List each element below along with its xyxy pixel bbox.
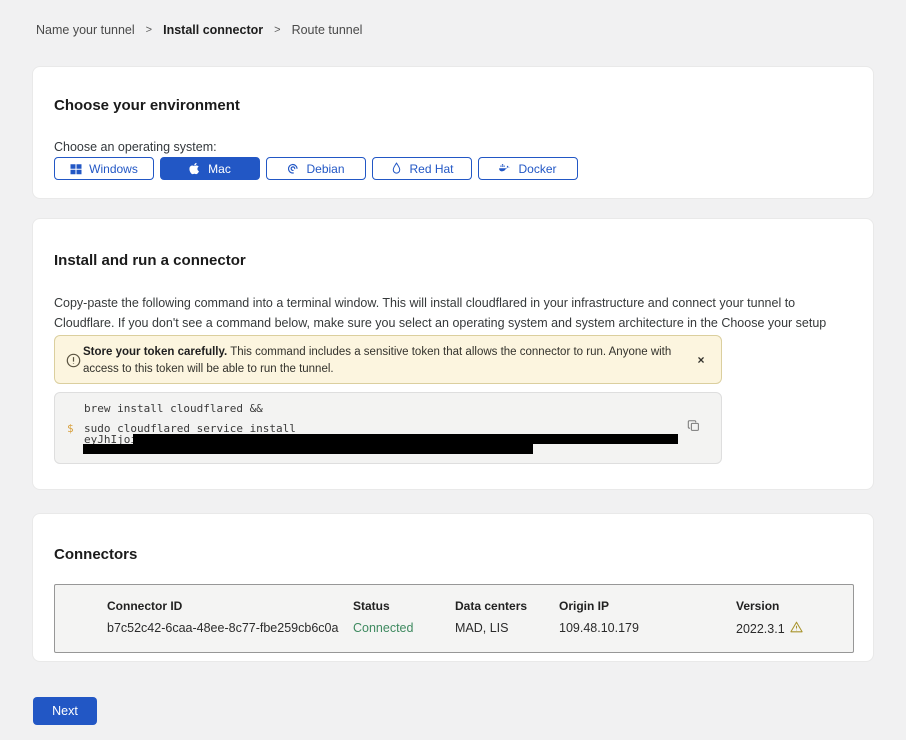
redacted-token-bar [133, 434, 678, 444]
col-header-data-centers: Data centers [455, 599, 559, 613]
os-button-label: Red Hat [409, 162, 453, 176]
os-button-group: Windows Mac Debian Red Hat [54, 157, 578, 180]
install-card-title: Install and run a connector [54, 252, 246, 269]
os-button-mac[interactable]: Mac [160, 157, 260, 180]
os-button-docker[interactable]: Docker [478, 157, 578, 180]
col-header-version: Version [736, 599, 853, 613]
connectors-table: Connector ID Status Data centers Origin … [54, 584, 854, 653]
os-button-windows[interactable]: Windows [54, 157, 154, 180]
redhat-icon [390, 163, 402, 175]
os-button-redhat[interactable]: Red Hat [372, 157, 472, 180]
breadcrumb-step-install-connector[interactable]: Install connector [163, 23, 263, 37]
col-header-origin-ip: Origin IP [559, 599, 736, 613]
close-icon[interactable]: × [693, 352, 709, 368]
os-button-label: Windows [89, 162, 138, 176]
windows-icon [70, 163, 82, 175]
cell-origin-ip: 109.48.10.179 [559, 621, 736, 636]
debian-icon [287, 163, 299, 175]
warning-triangle-icon [790, 621, 803, 636]
tunnel-setup-page: Name your tunnel > Install connector > R… [0, 0, 906, 740]
col-header-status: Status [353, 599, 455, 613]
connectors-card-title: Connectors [54, 546, 137, 563]
os-button-debian[interactable]: Debian [266, 157, 366, 180]
breadcrumb-separator: > [274, 24, 280, 36]
code-line-brew: brew install cloudflared && [84, 402, 263, 415]
token-warning-text: Store your token carefully. This command… [83, 344, 683, 378]
os-button-label: Docker [518, 162, 556, 176]
breadcrumb-step-route-tunnel[interactable]: Route tunnel [292, 23, 363, 37]
breadcrumb-step-name-tunnel[interactable]: Name your tunnel [36, 23, 135, 37]
token-warning-bold: Store your token carefully. [83, 346, 227, 358]
cell-version: 2022.3.1 [736, 621, 853, 636]
os-button-label: Debian [306, 162, 344, 176]
next-button[interactable]: Next [33, 697, 97, 725]
connectors-card: Connectors Connector ID Status Data cent… [32, 513, 874, 662]
breadcrumb: Name your tunnel > Install connector > R… [36, 23, 362, 37]
token-warning-banner: Store your token carefully. This command… [54, 335, 722, 384]
cell-data-centers: MAD, LIS [455, 621, 559, 636]
info-icon [66, 353, 81, 373]
environment-card: Choose your environment Choose an operat… [32, 66, 874, 199]
docker-icon [499, 163, 511, 175]
install-connector-card: Install and run a connector Copy-paste t… [32, 218, 874, 490]
copy-icon[interactable] [685, 418, 703, 436]
shell-prompt: $ [67, 422, 74, 435]
breadcrumb-separator: > [146, 24, 152, 36]
version-value: 2022.3.1 [736, 622, 785, 636]
os-button-label: Mac [208, 162, 231, 176]
os-select-label: Choose an operating system: [54, 140, 217, 154]
cell-status-connected: Connected [353, 621, 455, 636]
redacted-token-bar [83, 444, 533, 454]
apple-icon [189, 163, 201, 175]
environment-card-title: Choose your environment [54, 97, 240, 114]
install-command-codeblock: brew install cloudflared && $ sudo cloud… [54, 392, 722, 464]
cell-connector-id: b7c52c42-6caa-48ee-8c77-fbe259cb6c0a [107, 621, 353, 636]
col-header-connector-id: Connector ID [107, 599, 353, 613]
